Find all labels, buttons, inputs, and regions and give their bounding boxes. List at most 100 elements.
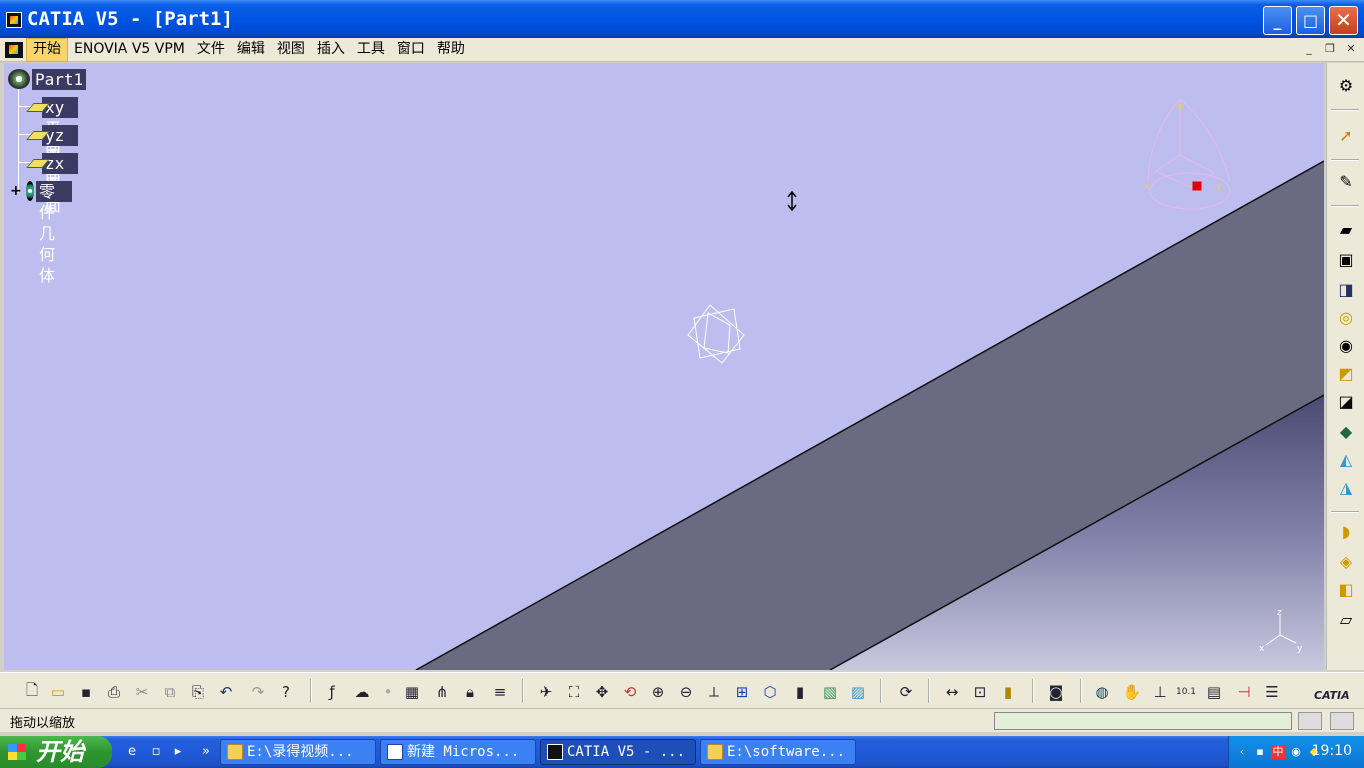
swap-visible-icon[interactable]: ▨ [846, 681, 870, 703]
zoom-out-icon[interactable]: ⊖ [674, 681, 698, 703]
network-icon[interactable]: ▪ [1253, 745, 1267, 759]
menu-insert[interactable]: 插入 [311, 38, 351, 62]
multi-view-icon[interactable]: ⊞ [730, 681, 754, 703]
doc-restore-button[interactable]: ❐ [1321, 42, 1339, 57]
zoom-in-icon[interactable]: ⊕ [646, 681, 670, 703]
chamfer-icon[interactable]: ◈ [1334, 549, 1358, 573]
slot-icon[interactable]: ◪ [1334, 389, 1358, 413]
solid-combine-icon[interactable]: ◆ [1334, 419, 1358, 443]
menu-help[interactable]: 帮助 [431, 38, 471, 62]
pan-icon[interactable]: ✥ [590, 681, 614, 703]
compass-widget[interactable] [1147, 98, 1231, 210]
task-word-document[interactable]: 新建 Micros... [380, 739, 536, 765]
measure-inertia-icon[interactable]: ▮ [996, 681, 1020, 703]
pad-icon[interactable]: ▰ [1334, 217, 1358, 241]
status-button-1[interactable] [1298, 712, 1322, 730]
bulb-icon[interactable]: • [376, 681, 400, 703]
copy-icon[interactable]: ⧉ [158, 681, 182, 703]
whats-this-icon[interactable]: ? [274, 681, 298, 703]
sketcher-icon[interactable]: ✎ [1334, 169, 1358, 193]
groove-icon[interactable]: ◎ [1334, 305, 1358, 329]
multi-section-icon[interactable]: ◮ [1334, 475, 1358, 499]
hole-icon[interactable]: ◉ [1334, 333, 1358, 357]
tree-item-xy-plane[interactable]: xy 平面 [28, 96, 79, 159]
table-icon[interactable]: ▦ [400, 681, 424, 703]
menu-window[interactable]: 窗口 [391, 38, 431, 62]
quicklaunch-chevron[interactable]: » [198, 744, 214, 760]
capture-icon[interactable]: ◙ [1044, 681, 1068, 703]
close-button[interactable]: ✕ [1329, 6, 1358, 35]
minimize-button[interactable]: _ [1263, 6, 1292, 35]
menu-file[interactable]: 文件 [191, 38, 231, 62]
units-icon[interactable]: 10.1 [1174, 681, 1198, 703]
media-icon[interactable]: ▸ [170, 744, 186, 760]
fillet-icon[interactable]: ◗ [1334, 519, 1358, 543]
normal-view-icon[interactable]: ⟂ [702, 681, 726, 703]
doc-minimize-button[interactable]: _ [1300, 42, 1318, 57]
pocket-icon[interactable]: ▣ [1334, 247, 1358, 271]
axis-system-icon[interactable]: ⊥ [1148, 681, 1172, 703]
lock-icon[interactable]: 🔒︎ [458, 681, 482, 703]
tree-item-yz-plane[interactable]: yz 平面 [28, 124, 79, 187]
ie-icon[interactable]: e [124, 744, 140, 760]
task-folder-software[interactable]: E:\software... [700, 739, 856, 765]
stiffener-icon[interactable]: ◭ [1334, 447, 1358, 471]
tree-item-label[interactable]: zx 平面 [41, 152, 79, 215]
catia-app-icon[interactable] [6, 12, 22, 28]
settings-tray-icon[interactable]: ◉ [1289, 745, 1303, 759]
shell-icon[interactable]: ▱ [1334, 607, 1358, 631]
status-button-2[interactable] [1330, 712, 1354, 730]
parameters-icon[interactable]: ≡ [488, 681, 512, 703]
save-icon[interactable]: ▪ [74, 681, 98, 703]
menu-start[interactable]: 开始 [26, 38, 68, 62]
fit-all-icon[interactable]: ⛶ [562, 681, 586, 703]
expand-icon[interactable]: + [10, 183, 22, 199]
tree-item-yz-plane[interactable]: zx 平面 [28, 152, 79, 215]
plane-system-icon[interactable]: ▤ [1202, 681, 1226, 703]
catalog-icon[interactable]: ◍ [1090, 681, 1114, 703]
iso-view-icon[interactable]: ⬡ [758, 681, 782, 703]
command-input[interactable] [994, 712, 1292, 730]
rotate-icon[interactable]: ⟲ [618, 681, 642, 703]
constraint-icon[interactable]: ⊣ [1232, 681, 1256, 703]
tree-item-label[interactable]: yz 平面 [41, 124, 79, 187]
tree-root[interactable]: Part1 [8, 68, 87, 90]
open-icon[interactable]: ▭ [46, 681, 70, 703]
knowledge-advisor-icon[interactable]: ☁ [350, 681, 374, 703]
render-style-icon[interactable]: ▮ [788, 681, 812, 703]
undo-icon[interactable]: ↶ [214, 681, 238, 703]
draft-icon[interactable]: ◧ [1334, 577, 1358, 601]
list-icon[interactable]: ☰ [1260, 681, 1284, 703]
new-icon[interactable]: 🗋 [20, 681, 44, 703]
menu-edit[interactable]: 编辑 [231, 38, 271, 62]
menu-view[interactable]: 视图 [271, 38, 311, 62]
start-button[interactable]: 开始 [0, 736, 112, 768]
tree-item-part-body[interactable]: + 零件几何体 [10, 180, 73, 285]
shaft-icon[interactable]: ◨ [1334, 277, 1358, 301]
maximize-button[interactable]: □ [1296, 6, 1325, 35]
tree-item-label[interactable]: 零件几何体 [35, 180, 73, 285]
tree-item-label[interactable]: xy 平面 [41, 96, 79, 159]
ime-icon[interactable]: 中 [1271, 745, 1285, 759]
menu-tools[interactable]: 工具 [351, 38, 391, 62]
hide-show-icon[interactable]: ▧ [818, 681, 842, 703]
measure-between-icon[interactable]: ↔ [940, 681, 964, 703]
hand-icon[interactable]: ✋ [1120, 681, 1144, 703]
tree-root-label[interactable]: Part1 [32, 68, 87, 90]
desktop-icon[interactable]: ▫ [148, 744, 164, 760]
select-arrow-icon[interactable]: ➚ [1334, 123, 1358, 147]
menu-enovia[interactable]: ENOVIA V5 VPM [68, 38, 191, 62]
redo-icon[interactable]: ↷ [246, 681, 270, 703]
rib-icon[interactable]: ◩ [1334, 361, 1358, 385]
print-icon[interactable]: ⎙ [102, 681, 126, 703]
paste-icon[interactable]: ⎘ [186, 681, 210, 703]
3d-viewport[interactable]: z x y z x y Part1 xy 平面 yz 平面 [4, 63, 1324, 670]
update-icon[interactable]: ⟳ [894, 681, 918, 703]
fly-mode-icon[interactable]: ✈ [534, 681, 558, 703]
formula-icon[interactable]: ƒ [320, 681, 344, 703]
gear-icon[interactable]: ⚙ [1334, 73, 1358, 97]
measure-item-icon[interactable]: ⊡ [968, 681, 992, 703]
tree-expand-icon[interactable]: ⋔ [430, 681, 454, 703]
doc-close-button[interactable]: ✕ [1342, 42, 1360, 57]
task-catia[interactable]: CATIA V5 - ... [540, 739, 696, 765]
